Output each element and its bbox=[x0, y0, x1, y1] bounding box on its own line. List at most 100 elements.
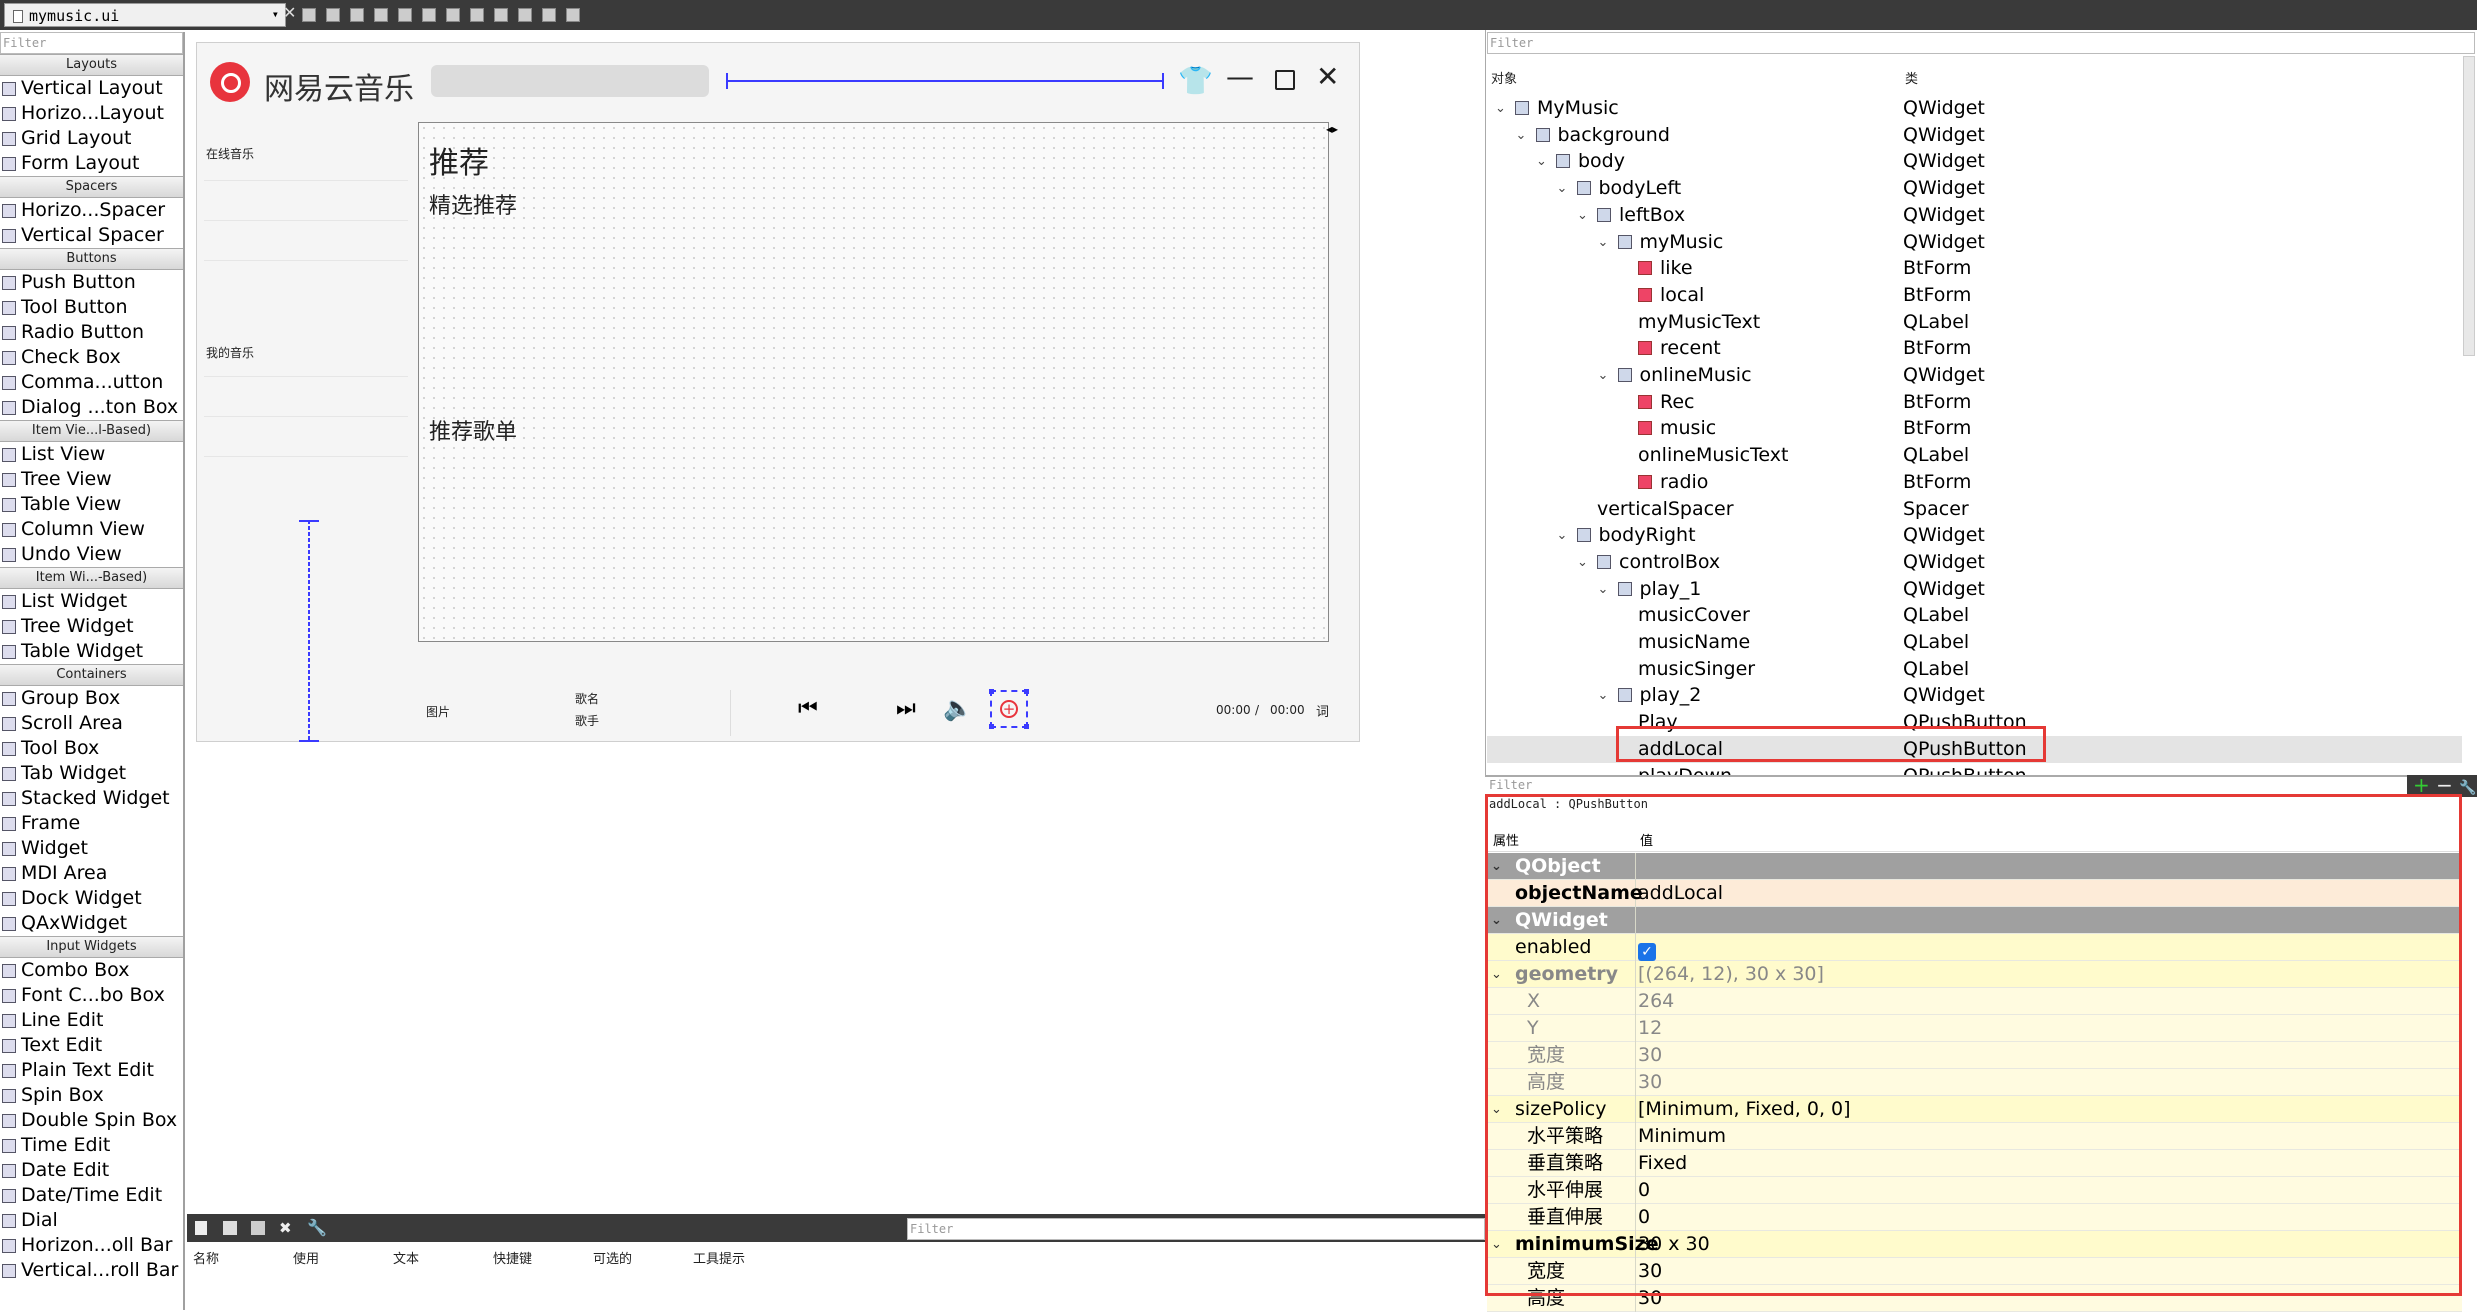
col-tooltip[interactable]: 工具提示 bbox=[693, 1248, 745, 1267]
widget-item[interactable]: Table View bbox=[0, 492, 183, 517]
widget-item[interactable]: Group Box bbox=[0, 686, 183, 711]
paste-action-icon[interactable] bbox=[251, 1221, 265, 1235]
widget-item[interactable]: List Widget bbox=[0, 589, 183, 614]
widget-item[interactable]: Tool Button bbox=[0, 295, 183, 320]
tree-row[interactable]: ⌄ play_1 QWidget bbox=[1487, 576, 2462, 603]
widget-item[interactable]: Stacked Widget bbox=[0, 786, 183, 811]
copy-action-icon[interactable] bbox=[223, 1221, 237, 1235]
col-text[interactable]: 文本 bbox=[393, 1248, 419, 1267]
object-scrollbar[interactable] bbox=[2463, 56, 2475, 356]
adjust-size-icon[interactable] bbox=[566, 8, 580, 22]
chevron-down-icon[interactable]: ⌄ bbox=[1557, 522, 1568, 549]
widget-category-header[interactable]: Buttons bbox=[0, 248, 183, 270]
object-filter-input[interactable]: Filter bbox=[1487, 32, 2475, 54]
widget-item[interactable]: Undo View bbox=[0, 542, 183, 567]
recent-button[interactable] bbox=[204, 456, 408, 494]
chevron-down-icon[interactable]: ⌄ bbox=[1495, 95, 1506, 122]
widget-item[interactable]: MDI Area bbox=[0, 861, 183, 886]
widget-item[interactable]: Date Edit bbox=[0, 1158, 183, 1183]
chevron-down-icon[interactable]: ⌄ bbox=[1577, 549, 1588, 576]
skin-icon[interactable]: 👕 bbox=[1178, 64, 1213, 97]
widget-category-header[interactable]: Spacers bbox=[0, 176, 183, 198]
widget-item[interactable]: Dock Widget bbox=[0, 886, 183, 911]
widget-item[interactable]: Date/Time Edit bbox=[0, 1183, 183, 1208]
widget-item[interactable]: Time Edit bbox=[0, 1133, 183, 1158]
layout-splitter-h-icon[interactable] bbox=[446, 8, 460, 22]
widget-item[interactable]: Horizon...oll Bar bbox=[0, 1233, 183, 1258]
widget-item[interactable]: Check Box bbox=[0, 345, 183, 370]
widget-item[interactable]: Grid Layout bbox=[0, 126, 183, 151]
col-name[interactable]: 名称 bbox=[193, 1248, 219, 1267]
chevron-down-icon[interactable]: ⌄ bbox=[1557, 175, 1568, 202]
tree-row[interactable]: Rec BtForm bbox=[1487, 389, 2462, 416]
tree-row[interactable]: ⌄ bodyRight QWidget bbox=[1487, 522, 2462, 549]
widget-item[interactable]: Table Widget bbox=[0, 639, 183, 664]
delete-action-icon[interactable]: ✖ bbox=[279, 1219, 292, 1237]
configure-icon[interactable]: 🔧 bbox=[307, 1218, 327, 1237]
edit-signals-icon[interactable] bbox=[350, 8, 364, 22]
radio-button[interactable] bbox=[204, 260, 408, 298]
widget-item[interactable]: Radio Button bbox=[0, 320, 183, 345]
tree-row[interactable]: musicCover QLabel bbox=[1487, 602, 2462, 629]
edit-buddies-icon[interactable] bbox=[374, 8, 388, 22]
widget-category-header[interactable]: Item Wi...-Based) bbox=[0, 567, 183, 589]
tree-row[interactable]: music BtForm bbox=[1487, 415, 2462, 442]
chevron-down-icon[interactable]: ⌄ bbox=[1598, 229, 1609, 256]
layout-splitter-v-icon[interactable] bbox=[470, 8, 484, 22]
widget-item[interactable]: Tree Widget bbox=[0, 614, 183, 639]
music-button[interactable] bbox=[204, 220, 408, 258]
tree-row[interactable]: onlineMusicText QLabel bbox=[1487, 442, 2462, 469]
lyric-button[interactable]: 词 bbox=[1316, 701, 1329, 720]
widget-item[interactable]: Vertical...roll Bar bbox=[0, 1258, 183, 1283]
widget-filter-input[interactable]: Filter bbox=[0, 32, 183, 54]
next-icon[interactable]: ⏭ bbox=[896, 696, 916, 721]
tree-row[interactable]: like BtForm bbox=[1487, 255, 2462, 282]
widget-item[interactable]: Tree View bbox=[0, 467, 183, 492]
widget-item[interactable]: Horizo...Layout bbox=[0, 101, 183, 126]
action-filter-input[interactable]: Filter bbox=[907, 1218, 1485, 1240]
tree-row[interactable]: musicName QLabel bbox=[1487, 629, 2462, 656]
tree-row[interactable]: ⌄ myMusic QWidget bbox=[1487, 229, 2462, 256]
tree-row[interactable]: verticalSpacer Spacer bbox=[1487, 496, 2462, 523]
widget-category-header[interactable]: Input Widgets bbox=[0, 936, 183, 958]
chevron-down-icon[interactable]: ⌄ bbox=[1598, 576, 1609, 603]
col-checkable[interactable]: 可选的 bbox=[593, 1248, 632, 1267]
layout-form-icon[interactable] bbox=[518, 8, 532, 22]
widget-item[interactable]: Vertical Spacer bbox=[0, 223, 183, 248]
close-icon[interactable]: ✕ bbox=[283, 3, 296, 22]
object-column-header[interactable]: 对象 bbox=[1491, 68, 1517, 87]
chevron-down-icon[interactable]: ⌄ bbox=[1516, 122, 1527, 149]
widget-item[interactable]: Tab Widget bbox=[0, 761, 183, 786]
like-button[interactable] bbox=[204, 376, 408, 414]
widget-item[interactable]: Comma...utton bbox=[0, 370, 183, 395]
bring-to-front-icon[interactable] bbox=[326, 8, 340, 22]
layout-horizontal-icon[interactable] bbox=[398, 8, 412, 22]
chevron-down-icon[interactable]: ⌄ bbox=[1598, 682, 1609, 709]
widget-item[interactable]: List View bbox=[0, 442, 183, 467]
local-button[interactable] bbox=[204, 416, 408, 454]
break-layout-icon[interactable] bbox=[542, 8, 556, 22]
tree-row[interactable]: myMusicText QLabel bbox=[1487, 309, 2462, 336]
vertical-spacer[interactable] bbox=[299, 520, 319, 742]
widget-item[interactable]: Form Layout bbox=[0, 151, 183, 176]
tree-row[interactable]: radio BtForm bbox=[1487, 469, 2462, 496]
close-window-icon[interactable]: ✕ bbox=[1316, 60, 1339, 93]
volume-icon[interactable]: 🔈 bbox=[943, 694, 973, 722]
widget-item[interactable]: Text Edit bbox=[0, 1033, 183, 1058]
minimize-icon[interactable]: — bbox=[1226, 60, 1254, 93]
rec-button[interactable] bbox=[204, 180, 408, 218]
widget-item[interactable]: Line Edit bbox=[0, 1008, 183, 1033]
property-filter-input[interactable]: Filter bbox=[1487, 776, 2407, 796]
widget-item[interactable]: Dialog ...ton Box bbox=[0, 395, 183, 420]
widget-category-header[interactable]: Layouts bbox=[0, 54, 183, 76]
widget-category-header[interactable]: Containers bbox=[0, 664, 183, 686]
tree-row[interactable]: ⌄ MyMusic QWidget bbox=[1487, 95, 2462, 122]
chevron-down-icon[interactable]: ⌄ bbox=[1536, 148, 1547, 175]
tree-row[interactable]: musicSinger QLabel bbox=[1487, 656, 2462, 683]
file-tab[interactable]: mymusic.ui ▾ bbox=[4, 3, 286, 27]
chevron-down-icon[interactable]: ⌄ bbox=[1577, 202, 1588, 229]
tree-row[interactable]: ⌄ play_2 QWidget bbox=[1487, 682, 2462, 709]
layout-grid-icon[interactable] bbox=[494, 8, 508, 22]
widget-category-header[interactable]: Item Vie...l-Based) bbox=[0, 420, 183, 442]
tree-row[interactable]: ⌄ bodyLeft QWidget bbox=[1487, 175, 2462, 202]
